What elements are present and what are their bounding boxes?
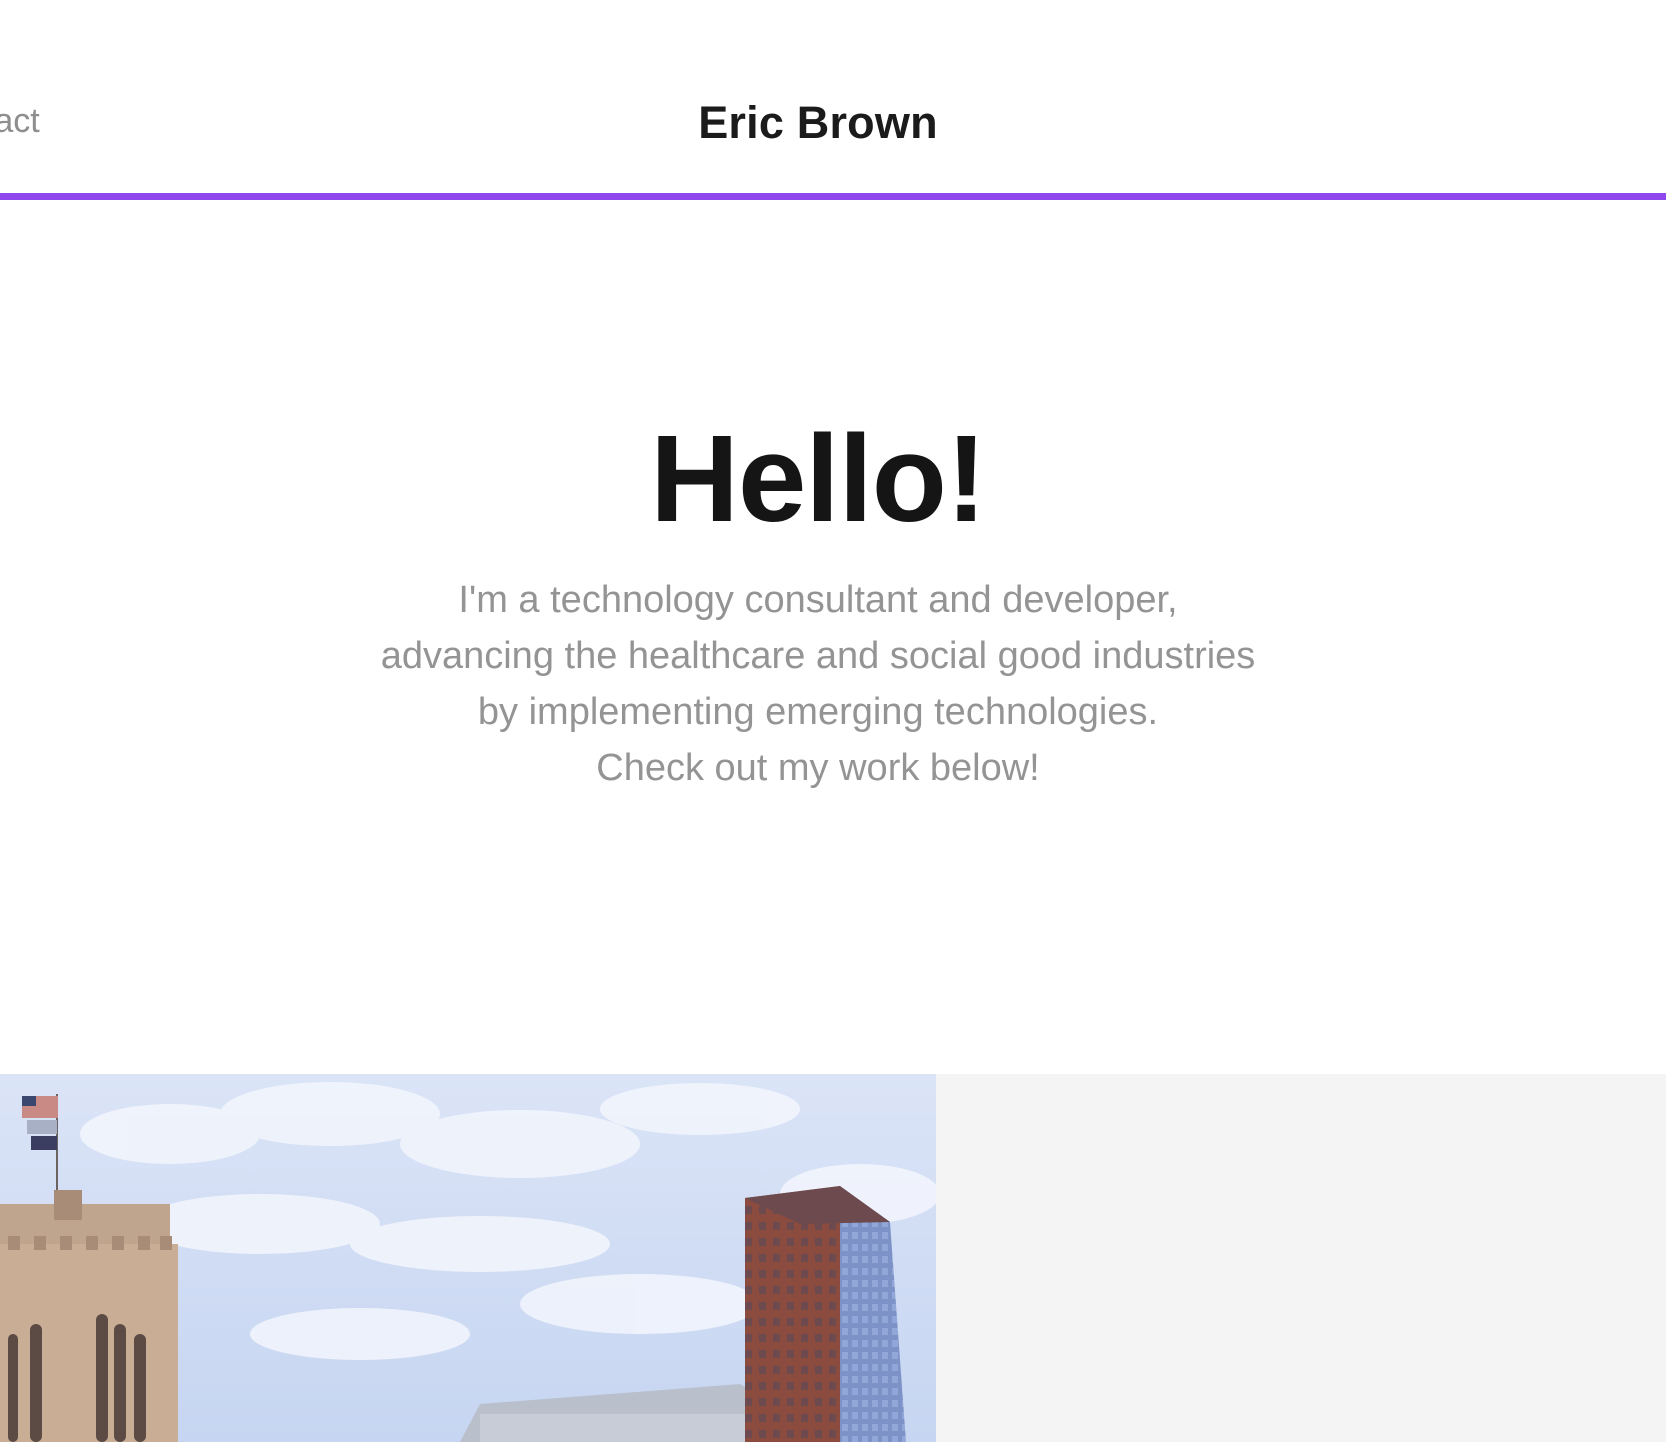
hero-intro-line: Check out my work below! (596, 747, 1040, 789)
portfolio-tile-placeholder[interactable] (936, 1074, 1666, 1442)
city-buildings-photo (0, 1074, 936, 1442)
site-title[interactable]: Eric Brown (0, 100, 1636, 145)
hero-intro-line: by implementing emerging technologies. (477, 691, 1159, 733)
portfolio-tile-image[interactable] (0, 1074, 936, 1442)
page: ntact Eric Brown Hello! I'm a technology… (0, 0, 1666, 1442)
site-header: ntact Eric Brown (0, 0, 1666, 193)
hero-intro-line: advancing the healthcare and social good… (380, 635, 1256, 677)
header-accent-divider (0, 193, 1666, 200)
hero-heading: Hello! (650, 411, 987, 548)
hero-intro-line: I'm a technology consultant and develope… (458, 579, 1178, 621)
hero-intro-text: I'm a technology consultant and develope… (0, 572, 1636, 796)
